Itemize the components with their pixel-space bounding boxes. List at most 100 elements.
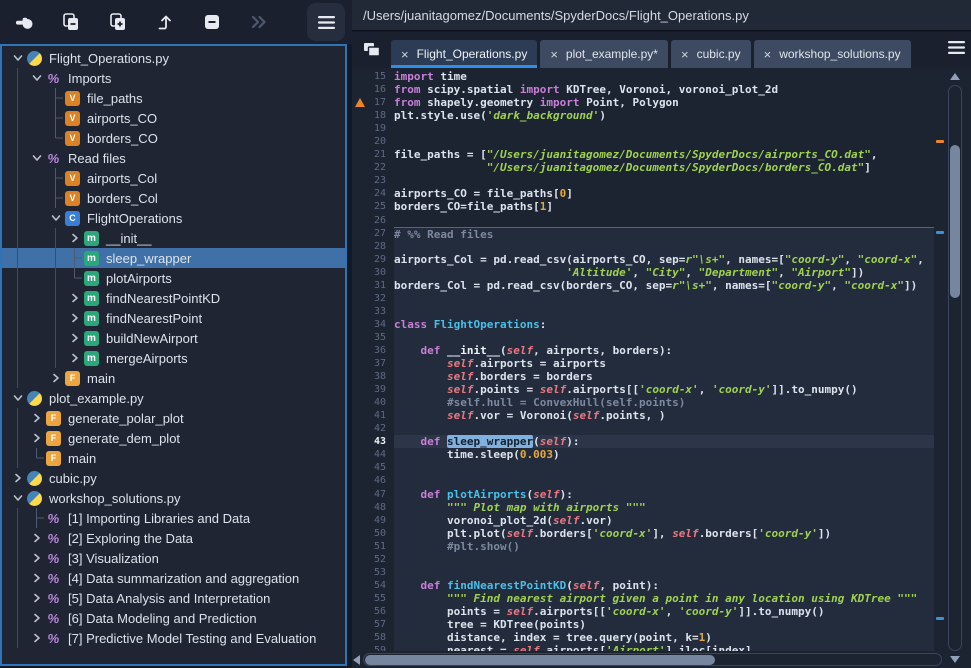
chevron-right-icon[interactable] <box>8 468 27 488</box>
go-to-parent-icon[interactable] <box>155 12 175 32</box>
line-number[interactable]: 35 <box>352 331 394 344</box>
line-number[interactable]: 36 <box>352 344 394 357</box>
scroll-flag-marker[interactable] <box>936 140 944 143</box>
code-line-54[interactable]: 54 def findNearestPointKD(self, point): <box>352 579 934 592</box>
line-number[interactable]: 32 <box>352 292 394 305</box>
code-line-58[interactable]: 58 distance, index = tree.query(point, k… <box>352 631 934 644</box>
code-line-39[interactable]: 39 self.points = self.airports[['coord-x… <box>352 383 934 396</box>
code-line-18[interactable]: 18plt.style.use('dark_background') <box>352 109 934 122</box>
scroll-up-arrow[interactable] <box>950 73 960 80</box>
vertical-scrollbar[interactable] <box>946 68 964 668</box>
line-number[interactable]: 44 <box>352 448 394 461</box>
code-line-22[interactable]: 22 "/Users/juanitagomez/Documents/Spyder… <box>352 161 934 174</box>
outline-item-main[interactable]: Fmain <box>2 368 345 388</box>
code-line-47[interactable]: 47 def plotAirports(self): <box>352 488 934 501</box>
chevron-right-icon[interactable] <box>65 288 84 308</box>
chevron-right-icon[interactable] <box>27 608 46 628</box>
code-line-30[interactable]: 30 'Altitude', "City", "Department", "Ai… <box>352 266 934 279</box>
code-line-25[interactable]: 25borders_CO=file_paths[1] <box>352 200 934 213</box>
tab-close-icon[interactable]: × <box>764 48 772 61</box>
code-line-23[interactable]: 23 <box>352 174 934 187</box>
scroll-left-arrow[interactable] <box>353 655 360 665</box>
line-number[interactable]: 18 <box>352 109 394 122</box>
outline-item--1-Importing-Libraries-and-Data[interactable]: %[1] Importing Libraries and Data <box>2 508 345 528</box>
chevron-right-icon[interactable] <box>27 628 46 648</box>
chevrons-right-icon[interactable] <box>249 12 269 32</box>
outline-item-sleep_wrapper[interactable]: msleep_wrapper <box>2 248 345 268</box>
outline-item-file_paths[interactable]: Vfile_paths <box>2 88 345 108</box>
outline-item-buildNewAirport[interactable]: mbuildNewAirport <box>2 328 345 348</box>
line-number[interactable]: 21 <box>352 148 394 161</box>
outline-item-airports_Col[interactable]: Vairports_Col <box>2 168 345 188</box>
outline-item-airports_CO[interactable]: Vairports_CO <box>2 108 345 128</box>
code-line-20[interactable]: 20 <box>352 135 934 148</box>
line-number[interactable]: 27 <box>352 227 394 240</box>
chevron-right-icon[interactable] <box>65 348 84 368</box>
outline-item-findNearestPoint[interactable]: mfindNearestPoint <box>2 308 345 328</box>
line-number[interactable]: 19 <box>352 122 394 135</box>
code-line-56[interactable]: 56 points = self.airports[['coord-x', 'c… <box>352 605 934 618</box>
chevron-right-icon[interactable] <box>27 588 46 608</box>
code-line-44[interactable]: 44 time.sleep(0.003) <box>352 448 934 461</box>
code-line-27[interactable]: 27# %% Read files <box>352 227 934 240</box>
line-number[interactable]: 15 <box>352 70 394 83</box>
code-line-29[interactable]: 29airports_Col = pd.read_csv(airports_CO… <box>352 253 934 266</box>
line-number[interactable]: 45 <box>352 461 394 474</box>
line-number[interactable]: 22 <box>352 161 394 174</box>
line-number[interactable]: 55 <box>352 592 394 605</box>
code-line-51[interactable]: 51 #plt.show() <box>352 540 934 553</box>
line-number[interactable]: 23 <box>352 174 394 187</box>
line-number[interactable]: 46 <box>352 474 394 487</box>
line-number[interactable]: 57 <box>352 618 394 631</box>
outline-item-Flight_Operations-py[interactable]: Flight_Operations.py <box>2 48 345 68</box>
chevron-down-icon[interactable] <box>46 208 65 228</box>
code-line-19[interactable]: 19 <box>352 122 934 135</box>
outline-item-plot_example-py[interactable]: plot_example.py <box>2 388 345 408</box>
tab-close-icon[interactable]: × <box>550 48 558 61</box>
outline-item-findNearestPointKD[interactable]: mfindNearestPointKD <box>2 288 345 308</box>
code-line-36[interactable]: 36 def __init__(self, airports, borders)… <box>352 344 934 357</box>
line-number[interactable]: 33 <box>352 305 394 318</box>
code-line-49[interactable]: 49 voronoi_plot_2d(self.vor) <box>352 514 934 527</box>
collapse-all-icon[interactable] <box>202 12 222 32</box>
chevron-right-icon[interactable] <box>65 328 84 348</box>
line-number[interactable]: 53 <box>352 566 394 579</box>
scroll-flag-marker[interactable] <box>936 231 944 234</box>
line-number[interactable]: 30 <box>352 266 394 279</box>
code-line-42[interactable]: 42 <box>352 422 934 435</box>
outline-item-borders_CO[interactable]: Vborders_CO <box>2 128 345 148</box>
line-number[interactable]: 31 <box>352 279 394 292</box>
line-number[interactable]: 29 <box>352 253 394 266</box>
outline-item-main[interactable]: Fmain <box>2 448 345 468</box>
tab-close-icon[interactable]: × <box>681 48 689 61</box>
code-line-21[interactable]: 21file_paths = ["/Users/juanitagomez/Doc… <box>352 148 934 161</box>
scroll-flag-marker[interactable] <box>936 617 944 620</box>
line-number[interactable]: 50 <box>352 527 394 540</box>
outline-item-FlightOperations[interactable]: CFlightOperations <box>2 208 345 228</box>
chevron-right-icon[interactable] <box>27 548 46 568</box>
code-line-17[interactable]: 17from shapely.geometry import Point, Po… <box>352 96 934 109</box>
horizontal-scrollbar-thumb[interactable] <box>365 655 715 665</box>
chevron-right-icon[interactable] <box>27 568 46 588</box>
outline-item-cubic-py[interactable]: cubic.py <box>2 468 345 488</box>
outline-item-__init__[interactable]: m__init__ <box>2 228 345 248</box>
line-number[interactable]: 48 <box>352 501 394 514</box>
code-line-41[interactable]: 41 self.vor = Voronoi(self.points, ) <box>352 409 934 422</box>
outline-item-generate_dem_plot[interactable]: Fgenerate_dem_plot <box>2 428 345 448</box>
code-line-32[interactable]: 32 <box>352 292 934 305</box>
line-number[interactable]: 39 <box>352 383 394 396</box>
chevron-down-icon[interactable] <box>27 68 46 88</box>
code-line-16[interactable]: 16from scipy.spatial import KDTree, Voro… <box>352 83 934 96</box>
code-line-38[interactable]: 38 self.borders = borders <box>352 370 934 383</box>
line-number[interactable]: 34 <box>352 318 394 331</box>
outline-item-Read-files[interactable]: %Read files <box>2 148 345 168</box>
outline-item-plotAirports[interactable]: mplotAirports <box>2 268 345 288</box>
code-line-35[interactable]: 35 <box>352 331 934 344</box>
line-number[interactable]: 26 <box>352 214 394 227</box>
outline-options-menu-button[interactable] <box>307 3 345 41</box>
chevron-down-icon[interactable] <box>8 488 27 508</box>
code-line-55[interactable]: 55 """ Find nearest airport given a poin… <box>352 592 934 605</box>
code-line-37[interactable]: 37 self.airports = airports <box>352 357 934 370</box>
code-line-52[interactable]: 52 <box>352 553 934 566</box>
line-number[interactable]: 58 <box>352 631 394 644</box>
